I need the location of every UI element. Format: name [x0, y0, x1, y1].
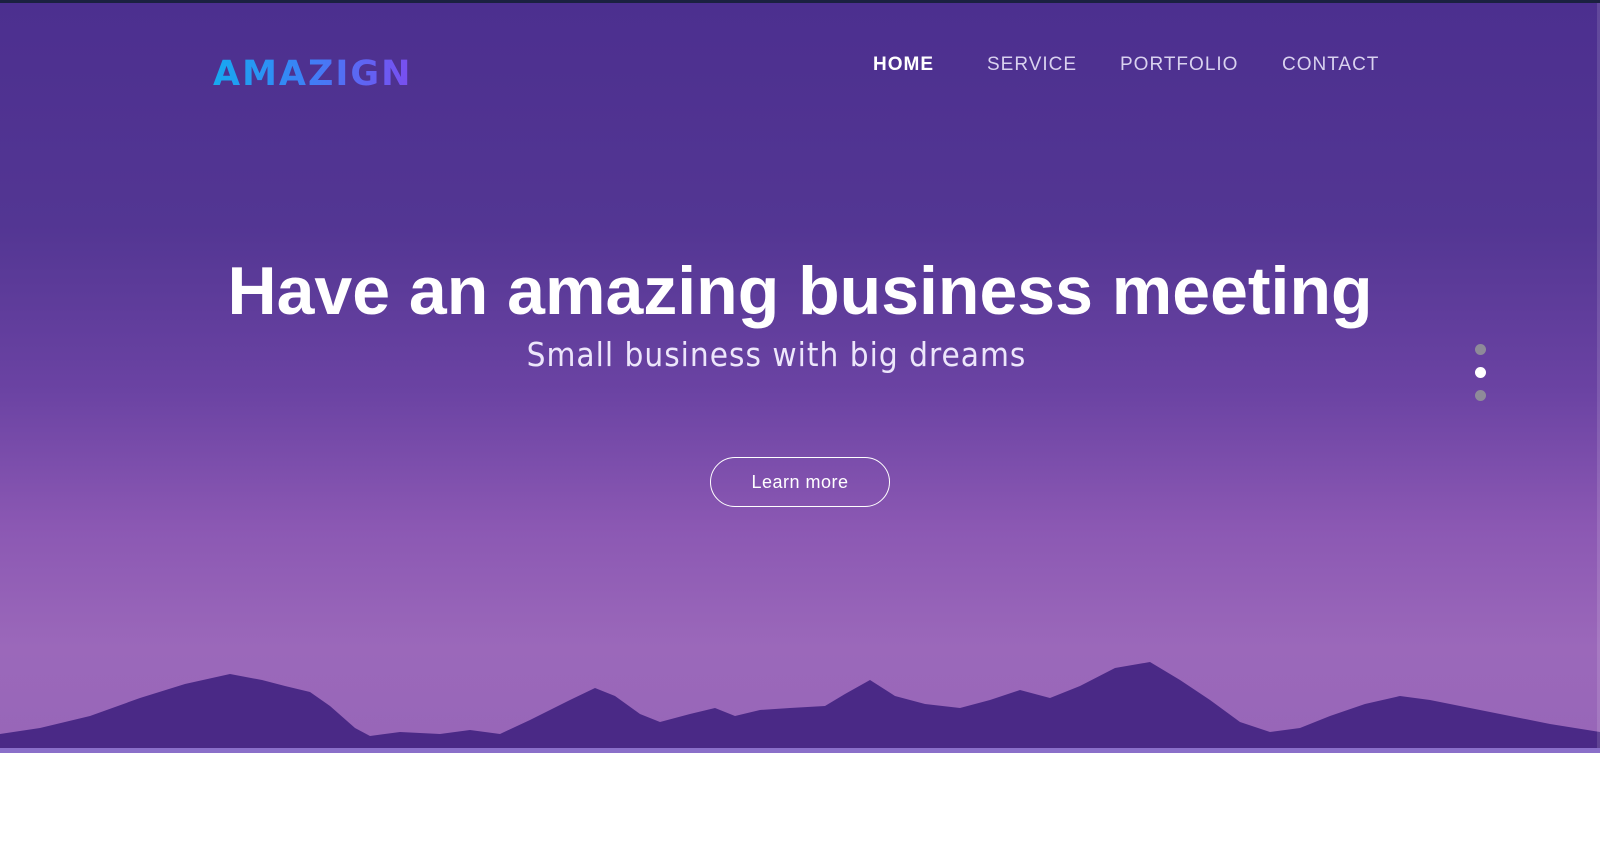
hero-title: Have an amazing business meeting [227, 253, 1373, 329]
learn-more-button[interactable]: Learn more [710, 457, 890, 507]
nav-item-portfolio[interactable]: PORTFOLIO [1120, 54, 1238, 76]
nav-item-home[interactable]: HOME [873, 54, 934, 76]
slider-dot-3[interactable] [1475, 390, 1486, 401]
nav-item-service[interactable]: SERVICE [987, 54, 1077, 76]
hero-section [0, 0, 1600, 753]
hero-bottom-border [0, 748, 1600, 753]
slider-dot-1[interactable] [1475, 344, 1486, 355]
nav-item-contact[interactable]: CONTACT [1282, 54, 1379, 76]
hero-subtitle: Small business with big dreams [526, 335, 1027, 374]
mountain-silhouette [0, 662, 1600, 748]
slider-dot-2[interactable] [1475, 367, 1486, 378]
slider-pagination [1475, 344, 1489, 413]
main-nav: HOME SERVICE PORTFOLIO CONTACT [0, 54, 1600, 82]
top-edge [0, 0, 1600, 3]
